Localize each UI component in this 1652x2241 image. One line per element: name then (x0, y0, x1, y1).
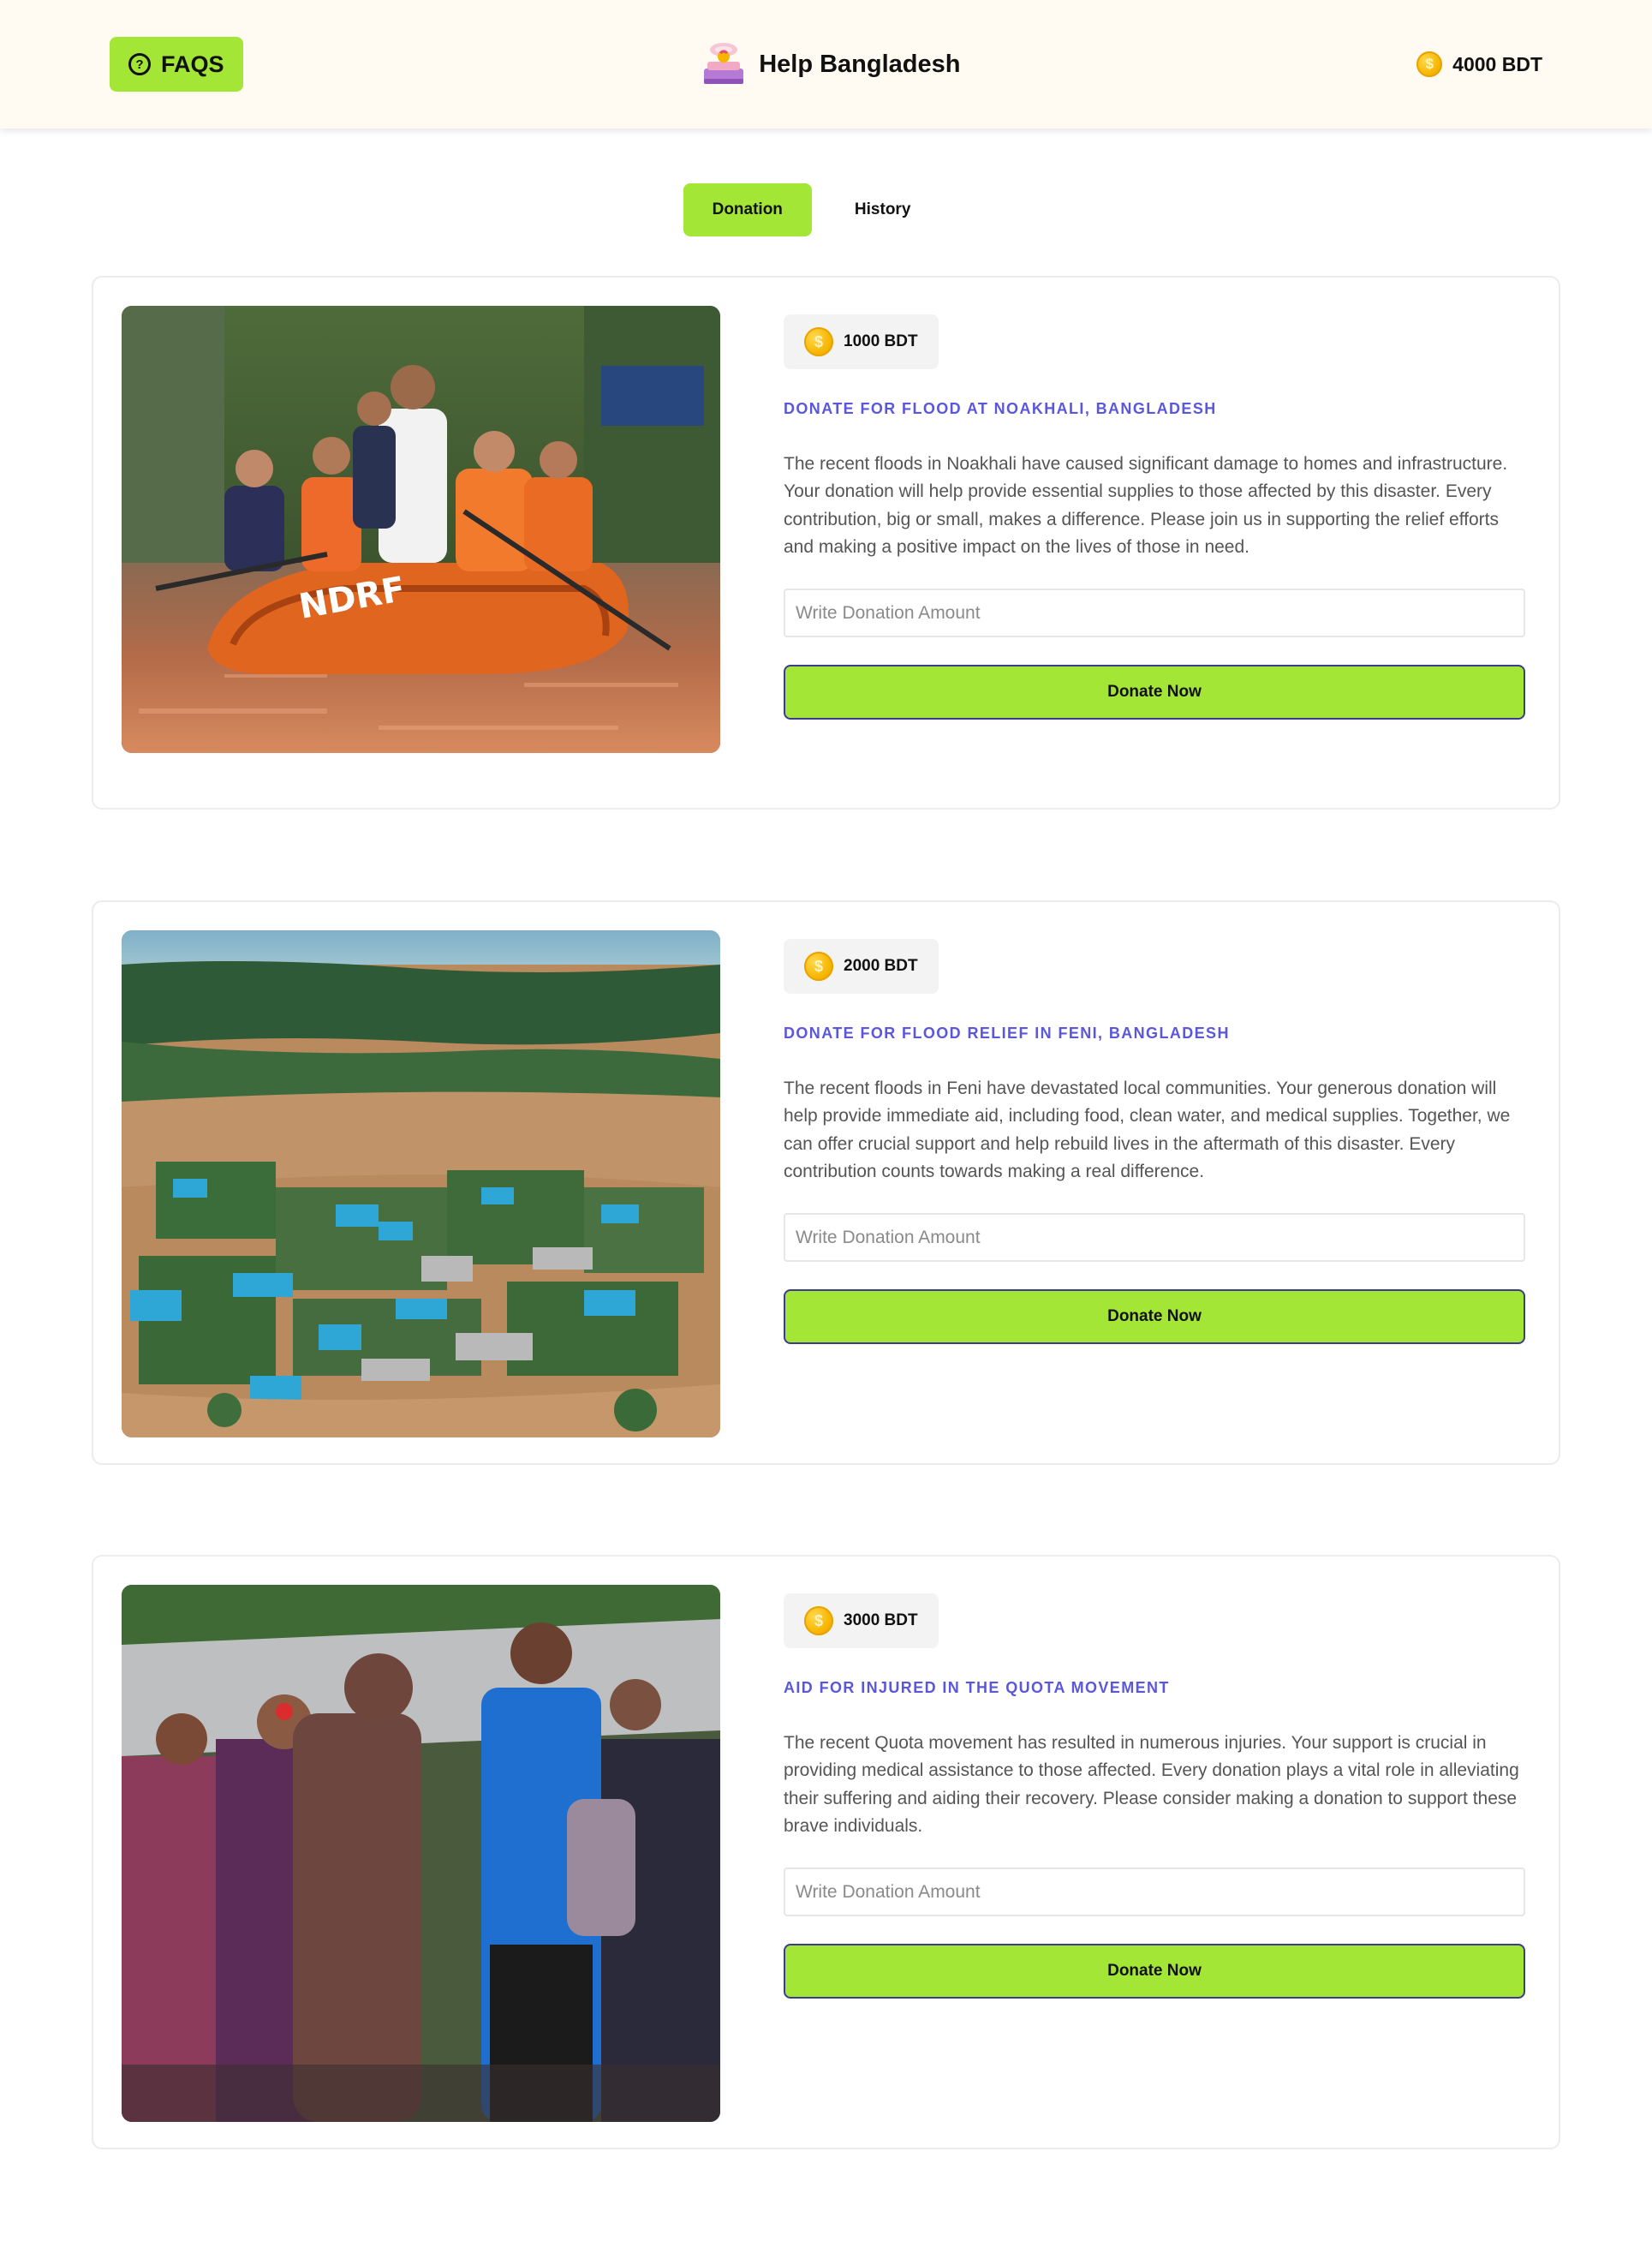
injured-protesters-image (122, 1585, 720, 2122)
balance-amount: 4000 BDT (1452, 52, 1542, 75)
donation-box-icon (704, 43, 744, 84)
donate-now-button[interactable]: Donate Now (784, 1289, 1525, 1345)
faqs-label: FAQS (161, 51, 224, 77)
donate-now-button[interactable]: Donate Now (784, 1944, 1525, 1999)
card-title: AID FOR INJURED IN THE QUOTA MOVEMENT (784, 1679, 1170, 1696)
donation-card: $ 2000 BDT DONATE FOR FLOOD RELIEF IN FE… (92, 900, 1560, 1465)
amount-value: 3000 BDT (844, 1611, 918, 1629)
donation-amount-input[interactable] (784, 589, 1525, 638)
faqs-button[interactable]: ? FAQS (110, 37, 243, 92)
card-description: The recent Quota movement has resulted i… (784, 1733, 1519, 1836)
amount-value: 2000 BDT (844, 957, 918, 975)
amount-badge: $ 2000 BDT (784, 939, 939, 994)
card-title: DONATE FOR FLOOD AT NOAKHALI, BANGLADESH (784, 400, 1217, 417)
dollar-coin-icon: $ (804, 327, 833, 356)
dollar-coin-icon: $ (804, 1606, 833, 1635)
tab-bar: Donation History (0, 183, 1652, 236)
dollar-coin-icon: $ (804, 952, 833, 981)
card-content: $ 3000 BDT AID FOR INJURED IN THE QUOTA … (784, 1593, 1525, 1999)
flood-rescue-image: NDRF (122, 306, 720, 753)
tab-history[interactable]: History (826, 183, 939, 236)
donation-amount-input[interactable] (784, 1868, 1525, 1917)
card-title: DONATE FOR FLOOD RELIEF IN FENI, BANGLAD… (784, 1025, 1230, 1042)
card-content: $ 1000 BDT DONATE FOR FLOOD AT NOAKHALI,… (784, 314, 1525, 720)
question-circle-icon: ? (128, 53, 151, 75)
brand-title: Help Bangladesh (759, 50, 961, 78)
donation-card: NDRF $ 1000 BDT DONATE FOR FLOOD AT NOAK… (92, 276, 1560, 810)
brand[interactable]: Help Bangladesh (699, 39, 960, 89)
donation-amount-input[interactable] (784, 1213, 1525, 1263)
card-description: The recent floods in Noakhali have cause… (784, 454, 1508, 557)
amount-badge: $ 3000 BDT (784, 1593, 939, 1648)
card-description: The recent floods in Feni have devastate… (784, 1079, 1511, 1181)
amount-badge: $ 1000 BDT (784, 314, 939, 369)
donation-card: $ 3000 BDT AID FOR INJURED IN THE QUOTA … (92, 1555, 1560, 2149)
tab-donation[interactable]: Donation (683, 183, 812, 236)
donate-now-button[interactable]: Donate Now (784, 665, 1525, 720)
amount-value: 1000 BDT (844, 332, 918, 350)
site-header: ? FAQS Help Bangladesh $ 4000 BDT (0, 0, 1652, 128)
dollar-coin-icon: $ (1416, 51, 1443, 77)
balance-display: $ 4000 BDT (1416, 51, 1542, 77)
card-content: $ 2000 BDT DONATE FOR FLOOD RELIEF IN FE… (784, 939, 1525, 1345)
aerial-flood-image (122, 930, 720, 1437)
